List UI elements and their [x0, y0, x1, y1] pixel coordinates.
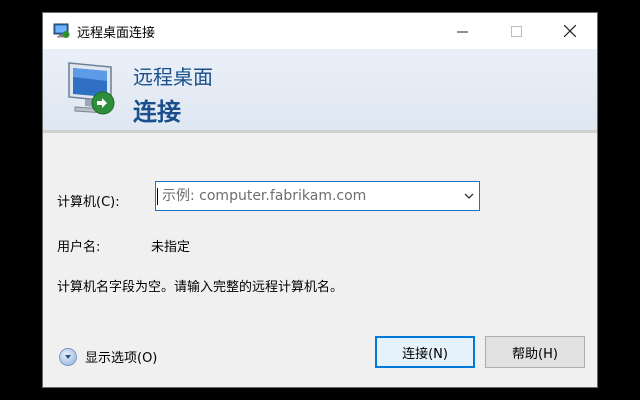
banner-title-line2: 连接 [133, 98, 181, 126]
text-caret [157, 188, 158, 205]
validation-message: 计算机名字段为空。请输入完整的远程计算机名。 [57, 280, 344, 295]
banner-title-line1: 远程桌面 [133, 65, 213, 89]
username-value: 未指定 [151, 240, 191, 255]
remote-desktop-monitor-icon [68, 62, 115, 115]
remote-desktop-dialog: 远程桌面连接 远程桌面 连接 计算机(C): 示例: computer.fabr… [42, 12, 598, 388]
show-options-toggle[interactable]: 显示选项(O) [59, 347, 157, 366]
maximize-icon [510, 25, 522, 37]
close-icon [564, 25, 576, 37]
expand-chevron-icon [59, 347, 77, 366]
chevron-down-icon[interactable] [463, 190, 475, 202]
help-button[interactable]: 帮助(H) [485, 336, 585, 368]
computer-combobox[interactable] [155, 181, 480, 211]
username-label: 用户名: [57, 240, 101, 255]
remote-desktop-app-icon [53, 23, 70, 38]
dialog-banner: 远程桌面 连接 [43, 49, 597, 133]
close-button[interactable] [547, 13, 593, 49]
computer-label: 计算机(C): [57, 195, 120, 210]
title-bar[interactable]: 远程桌面连接 [43, 13, 597, 49]
minimize-button[interactable] [439, 13, 485, 49]
minimize-icon [456, 31, 468, 32]
maximize-button[interactable] [493, 13, 539, 49]
computer-input[interactable] [162, 182, 452, 210]
connect-button[interactable]: 连接(N) [375, 336, 475, 368]
window-title: 远程桌面连接 [77, 26, 156, 41]
show-options-label: 显示选项(O) [85, 351, 158, 366]
